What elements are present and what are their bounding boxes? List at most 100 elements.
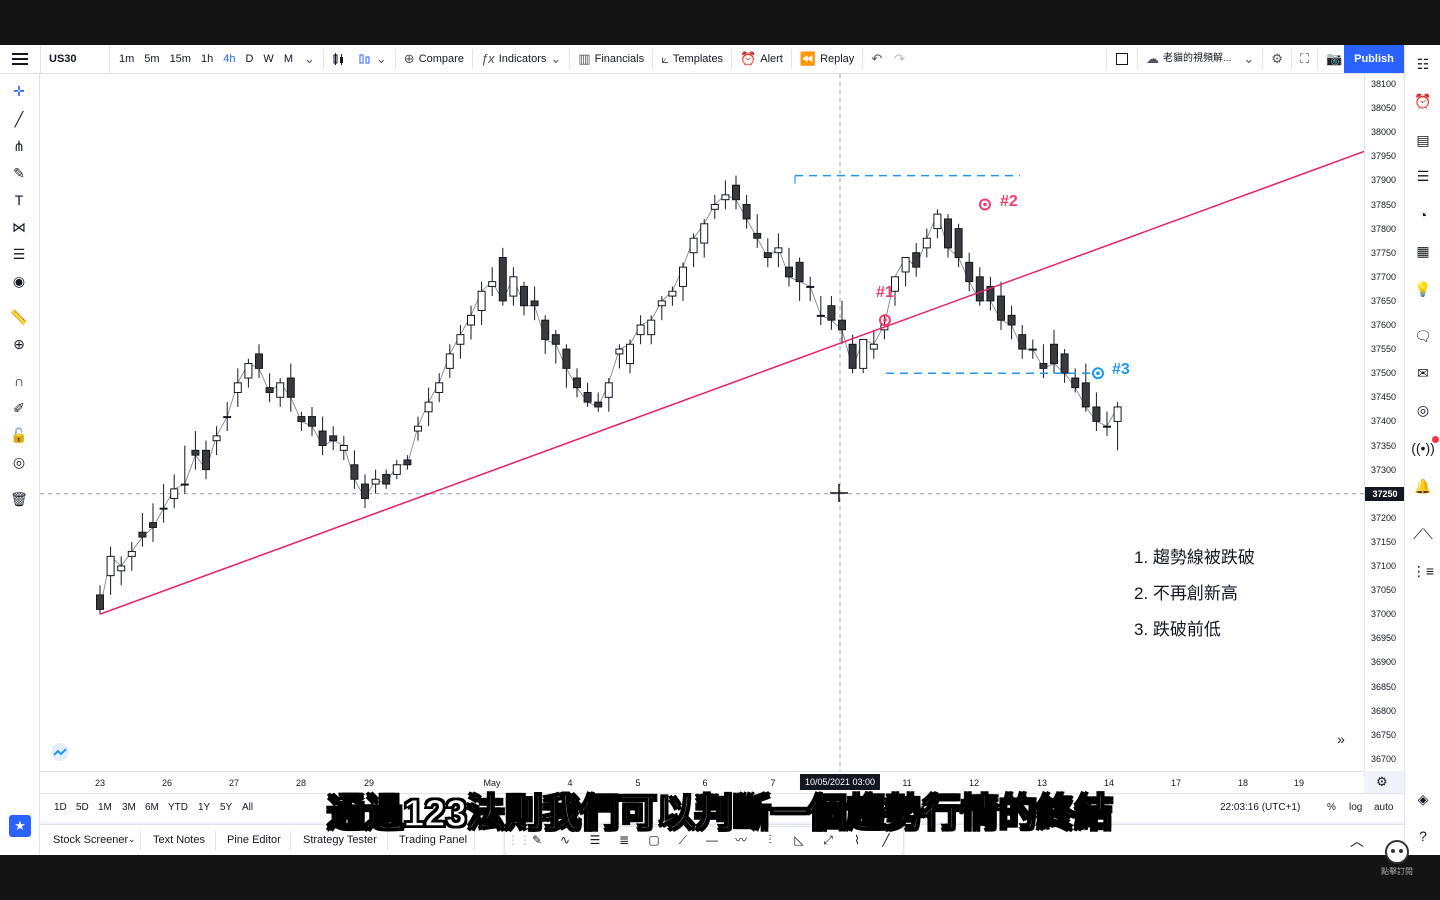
interval-5m[interactable]: 5m [139,45,164,73]
candle-body [361,483,369,500]
dom-icon[interactable]: ⋮≡ [1412,560,1434,582]
undo-button[interactable]: ↶ [865,45,888,73]
price-tick-label: 37200 [1371,512,1397,523]
lock-drawing-icon[interactable]: ✐ [8,397,30,419]
chart-type-button[interactable]: ⌄ [352,45,393,73]
candle-body [329,435,338,442]
text-icon[interactable]: T [8,189,30,211]
candle-body [827,305,836,321]
redo-icon: ↷ [894,51,906,66]
bar-chart-icon: ▥ [578,51,591,66]
price-tick-label: 37750 [1371,247,1397,258]
alert-button[interactable]: ⏰ Alert [734,45,789,73]
interval-w[interactable]: W [258,45,278,73]
brush-icon[interactable]: ✎ [8,162,30,184]
icons-icon[interactable]: ◉ [8,270,30,292]
price-tick-label: 37400 [1371,416,1397,427]
undo-icon: ↶ [871,51,883,66]
interval-dropdown[interactable]: ⌄ [298,45,321,73]
compare-button[interactable]: ⊕ Compare [398,45,470,73]
candle-body [1071,377,1080,389]
trash-icon[interactable]: 🗑 [8,488,30,510]
trend-line-icon[interactable]: ╱ [8,108,30,130]
candle-body [276,382,285,398]
candle-body [753,232,762,239]
marker-1-dot [883,318,887,322]
interval-4h[interactable]: 4h [218,45,240,73]
candle-body [583,391,592,403]
video-subtitle: 通過123法則我們可以判斷一個趨勢行情的終結 [327,792,1114,836]
templates-button[interactable]: ⟀ Templates [655,45,729,73]
ruler-icon[interactable]: 📏 [8,306,30,328]
layout-name-button[interactable]: ☁ 老貓的視頻解... ⌄ [1140,45,1260,73]
zoom-icon[interactable]: ⊕ [8,333,30,355]
hotlist-icon[interactable]: ◔ [1412,204,1434,226]
settings-button[interactable]: ⚙ [1265,45,1289,73]
replay-button[interactable]: ⏪ Replay [794,45,860,73]
candle-body [732,184,740,201]
candle-body [392,464,401,475]
chart-pane[interactable]: #1 #2 #3 » [40,74,1365,771]
price-tick-label: 38000 [1371,127,1397,138]
eye-icon[interactable]: ◎ [8,451,30,473]
price-tick-label: 36950 [1371,633,1397,644]
interval-1h[interactable]: 1h [196,45,218,73]
bell-icon[interactable]: 🔔 [1412,475,1434,497]
trading-icon[interactable]: ⟋⟍ [1412,523,1434,545]
candle-body [573,377,581,389]
candle-body [127,551,136,557]
menu-icon[interactable] [0,45,41,73]
price-tick-label: 37450 [1371,392,1397,403]
candle-body [763,252,772,259]
cat-logo-icon [1385,840,1409,864]
data-window-icon[interactable]: ▤ [1412,129,1434,151]
candle-body [498,257,507,302]
broadcast-icon[interactable]: ((•)) [1411,437,1435,459]
streams-icon[interactable]: ◎ [1412,399,1434,421]
rewind-icon: ⏪ [799,51,817,66]
lock-icon[interactable]: 🔓 [8,424,30,446]
interval-m[interactable]: M [279,45,298,73]
ideas-icon[interactable]: 💡 [1412,278,1434,300]
price-tick-label: 36900 [1371,657,1397,668]
symbol-search[interactable]: US30 [41,45,110,73]
magnet-icon[interactable]: ∩ [8,370,30,392]
calendar-icon[interactable]: ▦ [1412,240,1434,262]
prediction-icon[interactable]: ☰ [8,243,30,265]
pitchfork-icon[interactable]: ⋔ [8,135,30,157]
indicators-button[interactable]: ƒx Indicators ⌄ [475,45,567,73]
tradingview-logo[interactable] [50,742,70,762]
candle-body [615,348,624,355]
bar-style-button[interactable] [326,45,352,73]
watchlist-icon[interactable]: ☷ [1412,53,1434,75]
fullscreen-button[interactable]: ⛶ [1294,45,1315,73]
price-tick-label: 36750 [1371,729,1397,740]
candle-body [901,257,910,273]
cloud-icon: ☁ [1146,51,1159,66]
publish-button[interactable]: Publish [1344,45,1404,73]
pattern-icon[interactable]: ⋈ [8,216,30,238]
candle-body [1028,348,1037,351]
financials-button[interactable]: ▥ Financials [572,45,650,73]
price-tick-label: 37950 [1371,151,1397,162]
interval-1m[interactable]: 1m [114,45,139,73]
price-tick-label: 36850 [1371,681,1397,692]
price-axis[interactable]: 38100 38050 38000 37950 37900 37850 37800 37750… [1364,74,1405,771]
candle-body [286,377,295,398]
square-icon [1116,53,1128,65]
alarm-clock-icon: ⏰ [740,51,757,66]
candle-body [1050,343,1058,365]
redo-button[interactable]: ↷ [888,45,911,73]
interval-d[interactable]: D [240,45,258,73]
news-icon[interactable]: ☰ [1412,165,1434,187]
price-chart[interactable] [40,74,1365,771]
messages-icon[interactable]: ✉ [1412,362,1434,384]
alerts-clock-icon[interactable]: ⏰ [1412,90,1434,112]
marker-3-label: #3 [1112,361,1130,379]
notification-dot [1432,436,1439,443]
interval-15m[interactable]: 15m [165,45,196,73]
chat-icon[interactable]: 🗨 [1412,325,1434,347]
scroll-to-realtime-button[interactable]: » [1330,728,1352,750]
crosshair-icon[interactable]: ✛ [8,80,30,102]
layout-select-button[interactable] [1109,45,1135,73]
